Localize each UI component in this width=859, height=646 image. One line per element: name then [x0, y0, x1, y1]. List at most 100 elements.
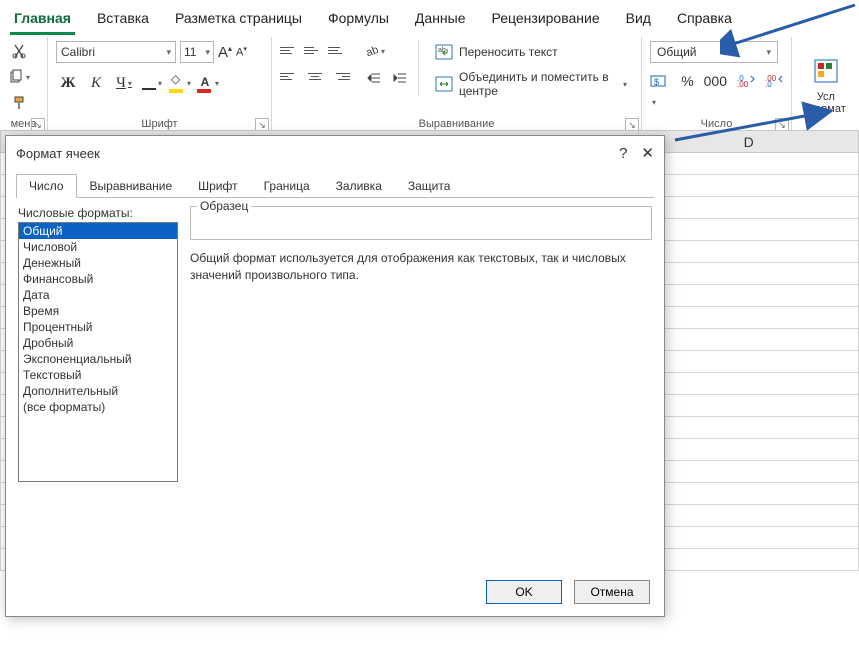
- ok-button[interactable]: OK: [486, 580, 562, 604]
- currency-icon: $: [650, 73, 668, 89]
- merge-center-label: Объединить и поместить в центре: [459, 70, 615, 98]
- copy-button[interactable]: [8, 67, 30, 87]
- fill-color-button[interactable]: [168, 73, 192, 93]
- align-middle-button[interactable]: [304, 41, 326, 59]
- format-list-label: Числовые форматы:: [18, 206, 178, 220]
- group-label-alignment: Выравнивание: [280, 118, 633, 130]
- align-left-button[interactable]: [280, 67, 302, 85]
- font-color-button[interactable]: А: [196, 73, 220, 93]
- format-item-currency[interactable]: Денежный: [19, 255, 177, 271]
- paint-bucket-icon: [169, 75, 185, 91]
- font-color-icon: А: [197, 75, 213, 91]
- outdent-icon: [366, 71, 382, 87]
- format-painter-button[interactable]: [8, 93, 30, 113]
- dialog-tab-alignment[interactable]: Выравнивание: [77, 174, 186, 198]
- conditional-format-icon[interactable]: [812, 57, 840, 85]
- font-size-combo[interactable]: 11 ▾: [180, 41, 214, 63]
- group-label-number: Число: [650, 118, 783, 130]
- dialog-help-button[interactable]: ?: [619, 145, 627, 162]
- number-format-combo[interactable]: Общий ▾: [650, 41, 778, 63]
- chevron-down-icon: ▾: [766, 47, 771, 58]
- wrap-text-label: Переносить текст: [459, 45, 558, 59]
- format-item-number[interactable]: Числовой: [19, 239, 177, 255]
- decrease-decimal-icon: .00.0: [765, 73, 783, 87]
- format-item-percentage[interactable]: Процентный: [19, 319, 177, 335]
- increase-decimal-button[interactable]: .0.00: [737, 73, 755, 108]
- tab-home[interactable]: Главная: [10, 6, 75, 35]
- dialog-title: Формат ячеек: [16, 146, 100, 161]
- comma-format-button[interactable]: 000: [704, 73, 727, 108]
- percent-format-button[interactable]: %: [681, 73, 693, 108]
- wrap-text-button[interactable]: ab Переносить текст: [429, 41, 633, 63]
- svg-text:$: $: [654, 77, 659, 87]
- dialog-titlebar[interactable]: Формат ячеек ? ✕: [6, 136, 664, 170]
- border-icon: [142, 76, 156, 90]
- indent-icon: [392, 71, 408, 87]
- svg-text:ab: ab: [365, 44, 379, 59]
- font-name-combo[interactable]: Calibri ▾: [56, 41, 176, 63]
- align-right-button[interactable]: [328, 67, 350, 85]
- group-font: Calibri ▾ 11 ▾ A▴ A▾ Ж К Ч А Шрифт: [48, 37, 272, 132]
- underline-button[interactable]: Ч: [112, 73, 136, 93]
- group-clipboard: мена: [0, 37, 48, 132]
- tab-view[interactable]: Вид: [622, 6, 655, 35]
- group-alignment: ab ab Переносить текст: [272, 37, 642, 132]
- cut-button[interactable]: [8, 41, 30, 61]
- dialog-tabs: Число Выравнивание Шрифт Граница Заливка…: [16, 174, 654, 198]
- svg-text:.0: .0: [765, 80, 772, 87]
- format-description: Общий формат используется для отображени…: [190, 250, 652, 284]
- bold-button[interactable]: Ж: [56, 73, 80, 93]
- group-styles-partial: Усл формат: [792, 37, 854, 132]
- ribbon: мена Calibri ▾ 11 ▾ A▴ A▾ Ж К Ч: [0, 35, 859, 133]
- italic-button[interactable]: К: [84, 73, 108, 93]
- dialog-tab-font[interactable]: Шрифт: [185, 174, 250, 198]
- dialog-tab-border[interactable]: Граница: [251, 174, 323, 198]
- dialog-close-button[interactable]: ✕: [641, 144, 654, 162]
- svg-text:.00: .00: [737, 80, 749, 87]
- tab-review[interactable]: Рецензирование: [488, 6, 604, 35]
- format-item-accounting[interactable]: Финансовый: [19, 271, 177, 287]
- column-header-d[interactable]: D: [639, 131, 859, 153]
- format-cells-dialog: Формат ячеек ? ✕ Число Выравнивание Шриф…: [5, 135, 665, 617]
- decrease-font-button[interactable]: A▾: [236, 45, 247, 59]
- dialog-tab-fill[interactable]: Заливка: [323, 174, 395, 198]
- decrease-decimal-button[interactable]: .00.0: [765, 73, 783, 108]
- orientation-icon: ab: [363, 43, 379, 59]
- align-bottom-button[interactable]: [328, 41, 350, 59]
- sample-box: Образец: [190, 206, 652, 240]
- dialog-tab-number[interactable]: Число: [16, 174, 77, 198]
- accounting-format-button[interactable]: $: [650, 73, 671, 108]
- number-format-value: Общий: [657, 45, 697, 59]
- orientation-button[interactable]: ab: [362, 41, 386, 61]
- wrap-text-icon: ab: [435, 44, 453, 60]
- number-format-list[interactable]: Общий Числовой Денежный Финансовый Дата …: [18, 222, 178, 482]
- font-size-value: 11: [184, 45, 196, 59]
- styles-label-1: Усл: [806, 91, 846, 103]
- format-item-general[interactable]: Общий: [19, 223, 177, 239]
- tab-data[interactable]: Данные: [411, 6, 470, 35]
- group-label-font: Шрифт: [56, 118, 263, 130]
- tab-page-layout[interactable]: Разметка страницы: [171, 6, 306, 35]
- dialog-tab-protection[interactable]: Защита: [395, 174, 464, 198]
- format-item-fraction[interactable]: Дробный: [19, 335, 177, 351]
- align-center-button[interactable]: [304, 67, 326, 85]
- format-item-time[interactable]: Время: [19, 303, 177, 319]
- format-item-special[interactable]: Дополнительный: [19, 383, 177, 399]
- increase-font-button[interactable]: A▴: [218, 44, 232, 61]
- format-item-scientific[interactable]: Экспоненциальный: [19, 351, 177, 367]
- decrease-indent-button[interactable]: [362, 69, 386, 89]
- font-name-value: Calibri: [61, 45, 95, 59]
- group-number: Общий ▾ $ % 000 .0.00 .00.0 Число: [642, 37, 792, 132]
- format-item-text[interactable]: Текстовый: [19, 367, 177, 383]
- align-top-button[interactable]: [280, 41, 302, 59]
- cancel-button[interactable]: Отмена: [574, 580, 650, 604]
- borders-button[interactable]: [140, 73, 164, 93]
- tab-insert[interactable]: Вставка: [93, 6, 153, 35]
- tab-formulas[interactable]: Формулы: [324, 6, 393, 35]
- styles-label-2: формат: [806, 103, 846, 115]
- format-item-custom[interactable]: (все форматы): [19, 399, 177, 415]
- merge-center-button[interactable]: Объединить и поместить в центре: [429, 73, 633, 95]
- format-item-date[interactable]: Дата: [19, 287, 177, 303]
- increase-indent-button[interactable]: [388, 69, 412, 89]
- tab-help[interactable]: Справка: [673, 6, 736, 35]
